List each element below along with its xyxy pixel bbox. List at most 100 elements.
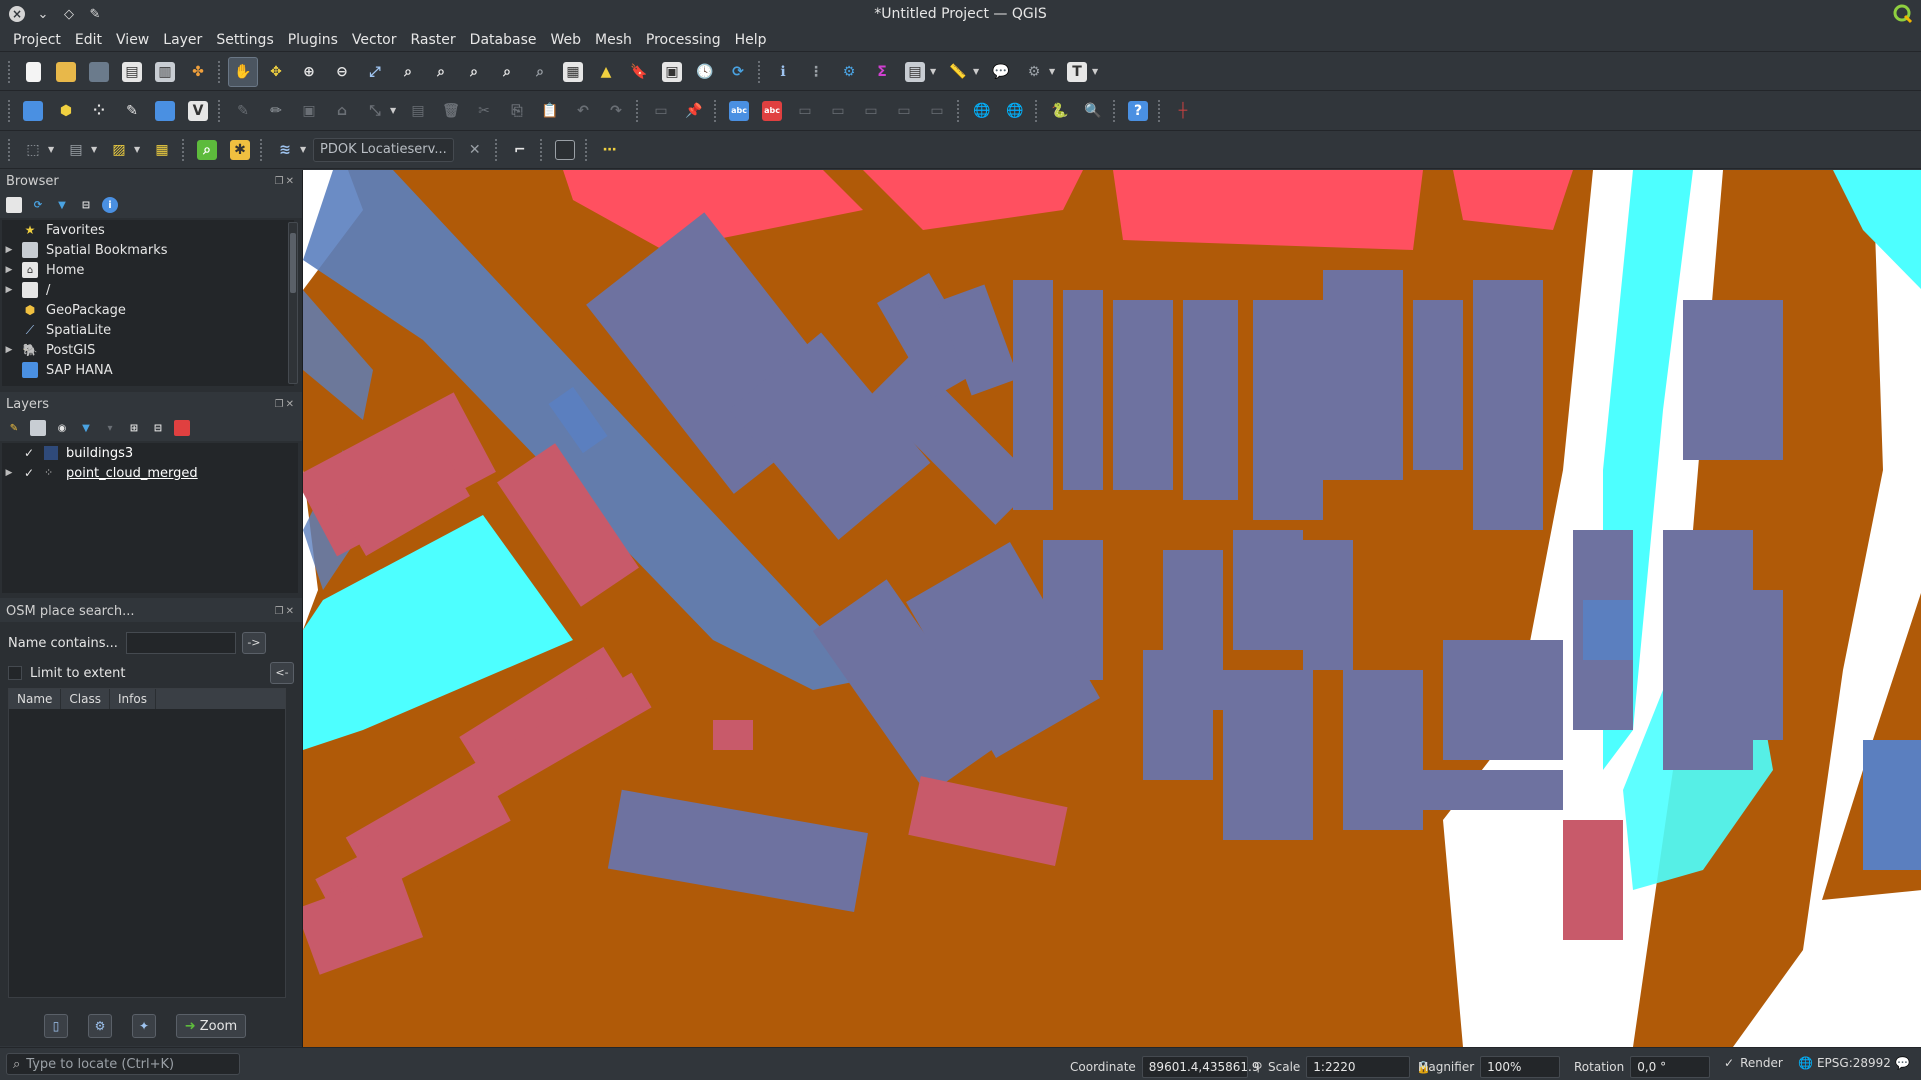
add-virtual-layer-button[interactable]: V [183, 96, 213, 126]
layer-item-point-cloud-merged[interactable]: ▶ ✓ ⁘ point_cloud_merged [2, 463, 298, 483]
dock-controls-icon[interactable]: ❐✕ [275, 606, 296, 617]
style-panel-icon[interactable]: ✎ [6, 420, 22, 436]
data-source-manager-button[interactable] [18, 96, 48, 126]
chevron-down-icon[interactable]: ▼ [390, 106, 400, 115]
osm-results-table[interactable]: Name Class Infos [8, 688, 286, 998]
osm-limit-checkbox[interactable] [8, 666, 22, 680]
filter-expression-icon[interactable]: ▾ [102, 420, 118, 436]
toolbar-grip[interactable] [494, 138, 499, 161]
add-group-icon[interactable] [30, 420, 46, 436]
save-project-button[interactable] [84, 57, 114, 87]
map-tips-button[interactable]: 💬 [986, 57, 1016, 87]
label-tool-button[interactable]: ▭ [646, 96, 676, 126]
measure-tool-button[interactable]: ⌐ [505, 135, 535, 165]
highlight-pinned-button[interactable]: ▭ [790, 96, 820, 126]
toolbar-grip[interactable] [182, 138, 186, 161]
metasearch-button[interactable]: 🔍 [1078, 96, 1108, 126]
toolbox-button[interactable]: ⚙ [834, 57, 864, 87]
open-attribute-table-button[interactable]: ⋮ [801, 57, 831, 87]
pan-to-selection-button[interactable]: ✥ [261, 57, 291, 87]
chevron-down-icon[interactable]: ▼ [48, 145, 58, 154]
delete-selected-button[interactable]: 🗑 [436, 96, 466, 126]
info-icon[interactable]: i [102, 197, 118, 213]
change-label-button[interactable]: ▭ [922, 96, 952, 126]
expand-arrow-icon[interactable]: ▶ [2, 345, 16, 355]
menu-settings[interactable]: Settings [209, 32, 280, 48]
toolbar-grip[interactable] [8, 60, 12, 83]
zoom-full-button[interactable]: ⤢ [360, 57, 390, 87]
expand-arrow-icon[interactable]: ▶ [2, 245, 16, 255]
browser-item-home[interactable]: ▶ ⌂ Home [2, 260, 294, 280]
new-bookmark-button[interactable]: 🔖 [624, 57, 654, 87]
add-feature-button[interactable]: ⌂ [327, 96, 357, 126]
menu-help[interactable]: Help [728, 32, 774, 48]
scale-combo[interactable]: 1:2220 [1306, 1056, 1411, 1078]
digitize-button[interactable]: ✎ [117, 96, 147, 126]
map-render[interactable] [303, 170, 1921, 1047]
zoom-native-button[interactable]: ⌕ [459, 57, 489, 87]
osm-search-go-button[interactable]: -> [241, 632, 266, 654]
layers-tree[interactable]: ✓ buildings3 ▶ ✓ ⁘ point_cloud_merged [2, 443, 298, 593]
modify-attributes-button[interactable]: ▤ [403, 96, 433, 126]
chevron-down-icon[interactable]: ▼ [973, 67, 983, 76]
chevron-down-icon[interactable]: ▼ [134, 145, 144, 154]
new-project-button[interactable] [18, 57, 48, 87]
layer-visibility-checkbox[interactable]: ✓ [22, 446, 36, 460]
refresh-icon[interactable]: ⟳ [30, 197, 46, 213]
zoom-next-button[interactable]: ⌕ [525, 57, 555, 87]
expand-all-icon[interactable]: ⊞ [126, 420, 142, 436]
layer-diagram-button[interactable]: abc [757, 96, 787, 126]
toolbar-grip[interactable] [714, 99, 718, 122]
menu-view[interactable]: View [109, 32, 156, 48]
quick-osm-button[interactable]: ✱ [225, 135, 255, 165]
browser-tree[interactable]: ★ Favorites ▶ Spatial Bookmarks ▶ ⌂ Home… [2, 220, 294, 386]
help-button[interactable]: ? [1123, 96, 1153, 126]
osm-limit-button[interactable]: <- [270, 662, 294, 684]
attribute-table-dropdown[interactable]: ▤ [900, 57, 930, 87]
select-by-value-button[interactable]: ▤ [61, 135, 91, 165]
map-canvas[interactable] [302, 170, 1921, 1047]
menu-layer[interactable]: Layer [156, 32, 209, 48]
style-manager-button[interactable]: ✤ [183, 57, 213, 87]
new-geopackage-layer-button[interactable]: ⬢ [51, 96, 81, 126]
show-bookmarks-button[interactable]: ▣ [657, 57, 687, 87]
zoom-last-button[interactable]: ⌕ [492, 57, 522, 87]
zoom-to-layer-button[interactable]: ⌕ [426, 57, 456, 87]
browser-scrollbar[interactable] [288, 222, 298, 384]
dock-controls-icon[interactable]: ❐✕ [275, 176, 296, 187]
menu-plugins[interactable]: Plugins [281, 32, 345, 48]
layer-visibility-checkbox[interactable]: ✓ [22, 466, 36, 480]
filter-icon[interactable]: ▼ [54, 197, 70, 213]
menu-mesh[interactable]: Mesh [588, 32, 639, 48]
chevron-down-icon[interactable]: ▼ [1092, 67, 1102, 76]
render-toggle[interactable]: ✓ Render [1724, 1056, 1783, 1070]
refresh-button[interactable]: ⟳ [723, 57, 753, 87]
layer-labeling-button[interactable]: abc [724, 96, 754, 126]
open-project-button[interactable] [51, 57, 81, 87]
locator-search[interactable]: ⌕ Type to locate (Ctrl+K) [6, 1053, 240, 1075]
menu-processing[interactable]: Processing [639, 32, 728, 48]
crs-button[interactable]: 🌐 EPSG:28992 [1798, 1056, 1891, 1070]
cut-features-button[interactable]: ✂ [469, 96, 499, 126]
layout-manager-button[interactable]: ▥ [150, 57, 180, 87]
collapse-all-icon[interactable]: ⊟ [78, 197, 94, 213]
add-layer-button[interactable] [150, 96, 180, 126]
menu-raster[interactable]: Raster [404, 32, 463, 48]
toolbar-grip[interactable] [1035, 99, 1039, 122]
select-location-button[interactable]: ▦ [147, 135, 177, 165]
move-label-button[interactable]: ▭ [856, 96, 886, 126]
undo-button[interactable]: ↶ [568, 96, 598, 126]
osm-name-input[interactable] [125, 632, 236, 654]
select-tool-button[interactable]: ⚙ [1019, 57, 1049, 87]
menu-database[interactable]: Database [463, 32, 544, 48]
screenshot-button[interactable] [550, 135, 580, 165]
statistical-summary-button[interactable]: Σ [867, 57, 897, 87]
new-map-view-button[interactable]: ▦ [558, 57, 588, 87]
eye-icon[interactable]: ◉ [54, 420, 70, 436]
browser-item-geopackage[interactable]: ⬢ GeoPackage [2, 300, 294, 320]
expand-arrow-icon[interactable]: ▶ [2, 285, 16, 295]
rotate-label-button[interactable]: ▭ [889, 96, 919, 126]
toolbar-grip[interactable] [260, 138, 264, 161]
toolbar-grip[interactable] [1158, 99, 1162, 122]
vertex-tool-button[interactable]: ⤡ [360, 96, 390, 126]
